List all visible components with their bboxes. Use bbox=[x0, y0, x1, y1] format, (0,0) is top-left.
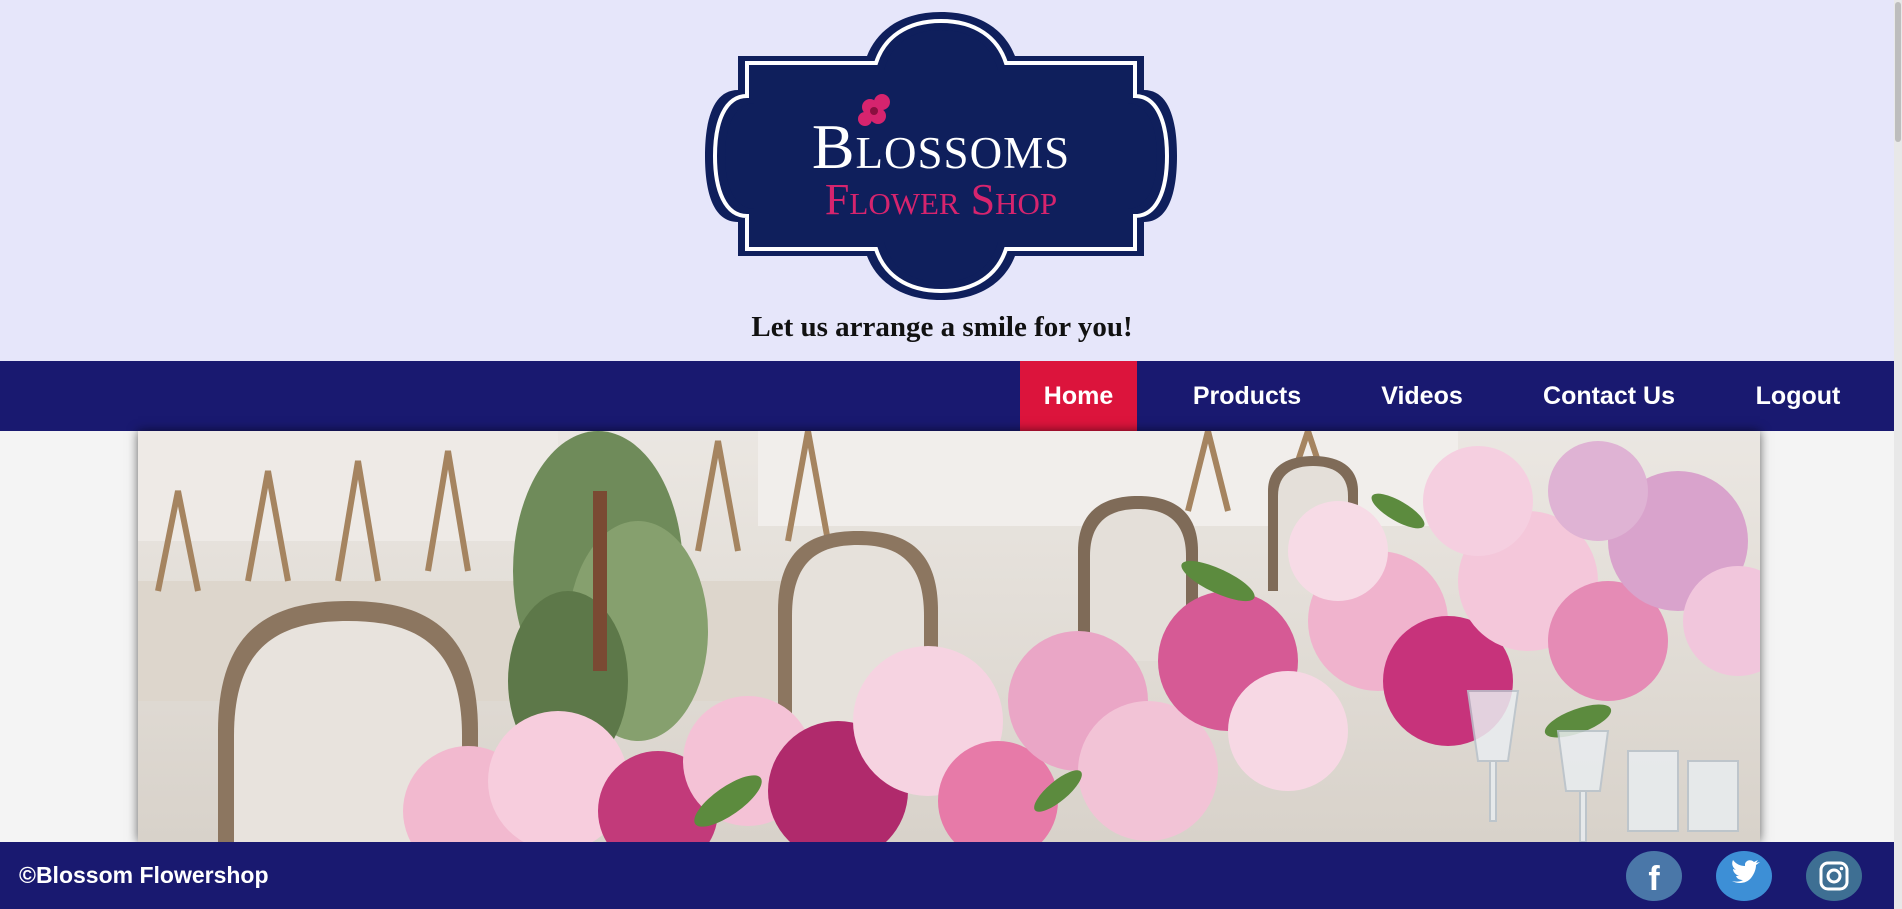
copyright-text: ©Blossom Flowershop bbox=[19, 862, 269, 888]
site-header: Blossoms Flower Shop Let us arrange a sm… bbox=[0, 0, 1894, 361]
tagline: Let us arrange a smile for you! bbox=[751, 311, 1133, 343]
nav-videos[interactable]: Videos bbox=[1366, 361, 1478, 431]
main-nav: Home Products Videos Contact Us Logout bbox=[0, 361, 1894, 431]
nav-contact-us[interactable]: Contact Us bbox=[1524, 361, 1694, 431]
nav-home[interactable]: Home bbox=[1020, 361, 1137, 431]
hero-image bbox=[138, 431, 1760, 842]
facebook-icon[interactable]: f bbox=[1626, 851, 1682, 901]
logo-title: Blossoms bbox=[812, 111, 1070, 182]
svg-text:f: f bbox=[1648, 860, 1660, 898]
vertical-scrollbar[interactable] bbox=[1894, 0, 1902, 909]
nav-products[interactable]: Products bbox=[1172, 361, 1322, 431]
instagram-icon[interactable] bbox=[1806, 851, 1862, 901]
scrollbar-thumb[interactable] bbox=[1895, 2, 1901, 142]
blossoms-logo[interactable]: Blossoms Flower Shop bbox=[702, 8, 1180, 304]
twitter-icon[interactable] bbox=[1716, 851, 1772, 901]
site-footer: ©Blossom Flowershop f bbox=[0, 842, 1894, 909]
nav-logout[interactable]: Logout bbox=[1738, 361, 1858, 431]
logo-subtitle: Flower Shop bbox=[825, 175, 1057, 224]
